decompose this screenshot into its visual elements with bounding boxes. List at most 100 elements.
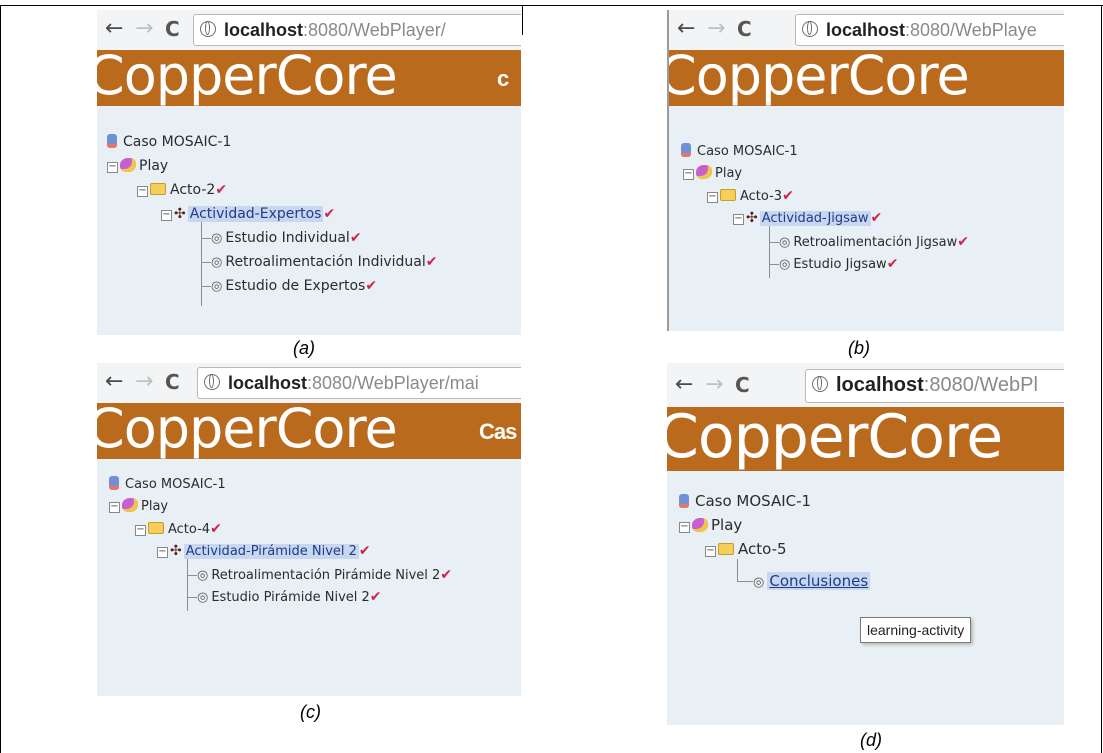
play-label: Play xyxy=(711,516,743,534)
learning-activity-icon: ◎ xyxy=(779,235,791,250)
forward-arrow-icon[interactable]: → xyxy=(707,17,725,41)
case-label: Caso MOSAIC-1 xyxy=(123,134,232,150)
tree-node-learning-activity[interactable]: ◎ Estudio de Expertos✔ xyxy=(211,276,377,296)
case-icon xyxy=(681,143,691,157)
panel-b: ← → C localhost:8080/WebPlaye CopperCore… xyxy=(667,10,1064,331)
url-host: localhost xyxy=(228,373,308,393)
address-bar[interactable]: localhost:8080/WebPl xyxy=(805,369,1064,403)
collapse-toggle-icon[interactable]: − xyxy=(707,192,718,203)
browser-toolbar: ← → C localhost:8080/WebPl xyxy=(667,363,1064,407)
tree-node-play[interactable]: − Play xyxy=(683,164,742,184)
folder-icon xyxy=(148,522,164,534)
back-arrow-icon[interactable]: ← xyxy=(105,17,123,41)
tree-node-play[interactable]: − Play xyxy=(107,156,168,176)
collapse-toggle-icon[interactable]: − xyxy=(107,162,118,173)
browser-toolbar: ← → C localhost:8080/WebPlayer/mai xyxy=(97,363,521,403)
play-label: Play xyxy=(141,499,169,514)
url-host: localhost xyxy=(826,20,906,40)
tree-node-act[interactable]: − Acto-3✔ xyxy=(707,186,794,206)
brand-logo-text: CopperCore xyxy=(667,407,1003,471)
completed-check-icon: ✔ xyxy=(886,256,899,272)
tree-node-learning-activity[interactable]: ◎ Retroalimentación Jigsaw✔ xyxy=(779,232,969,252)
brand-logo-text: CopperCore xyxy=(97,403,398,459)
back-arrow-icon[interactable]: ← xyxy=(105,370,123,394)
tree-node-act[interactable]: − Acto-2✔ xyxy=(137,180,227,200)
learning-activity-icon: ◎ xyxy=(211,255,223,270)
back-arrow-icon[interactable]: ← xyxy=(675,373,693,397)
tree-node-learning-activity[interactable]: ◎ Estudio Pirámide Nivel 2✔ xyxy=(197,587,382,607)
tree-node-play[interactable]: − Play xyxy=(109,497,168,517)
play-label: Play xyxy=(715,166,743,181)
forward-arrow-icon[interactable]: → xyxy=(705,373,723,397)
activity-structure-icon: ✣ xyxy=(170,543,182,559)
coppercore-banner: CopperCore c xyxy=(97,50,521,106)
completed-check-icon: ✔ xyxy=(358,543,371,559)
learning-activity-icon: ◎ xyxy=(197,590,209,605)
learning-activity-label: Retroalimentación Jigsaw xyxy=(793,235,958,250)
learning-activity-label: Estudio de Expertos xyxy=(225,278,366,294)
address-bar[interactable]: localhost:8080/WebPlaye xyxy=(795,14,1064,46)
reload-icon[interactable]: C xyxy=(165,17,180,41)
activity-label: Actividad-Pirámide Nivel 2 xyxy=(183,544,359,559)
collapse-toggle-icon[interactable]: − xyxy=(683,169,694,180)
tree-connector xyxy=(187,597,197,598)
tree-node-case[interactable]: Caso MOSAIC-1 xyxy=(681,142,798,162)
brand-extra-text: c xyxy=(497,66,509,91)
learning-activity-icon: ◎ xyxy=(211,231,223,246)
caption-a: (a) xyxy=(293,338,315,358)
forward-arrow-icon[interactable]: → xyxy=(135,370,153,394)
case-label: Caso MOSAIC-1 xyxy=(695,492,812,510)
panel-a: ← → C localhost:8080/WebPlayer/ CopperCo… xyxy=(97,10,521,335)
conclusiones-link[interactable]: Conclusiones xyxy=(767,572,871,590)
figure-frame-top xyxy=(0,5,1103,6)
play-icon xyxy=(696,165,712,179)
case-icon xyxy=(109,476,119,490)
collapse-toggle-icon[interactable]: − xyxy=(135,525,146,536)
tree-node-activity[interactable]: − ✣ Actividad-Expertos ✔ xyxy=(161,204,335,224)
tree-node-learning-activity[interactable]: ◎ Conclusiones xyxy=(753,571,871,591)
coppercore-banner: CopperCore xyxy=(669,50,1064,106)
tree-node-play[interactable]: − Play xyxy=(679,515,742,535)
learning-activity-label: Estudio Individual xyxy=(225,230,350,246)
panel-d: ← → C localhost:8080/WebPl CopperCore Ca… xyxy=(667,363,1064,725)
tree-node-learning-activity[interactable]: ◎ Estudio Jigsaw✔ xyxy=(779,254,898,274)
reload-icon[interactable]: C xyxy=(735,373,750,397)
learning-activity-label: Retroalimentación Individual xyxy=(225,254,426,270)
reload-icon[interactable]: C xyxy=(737,17,752,41)
reload-icon[interactable]: C xyxy=(165,370,180,394)
tree-connector xyxy=(201,262,211,263)
collapse-toggle-icon[interactable]: − xyxy=(137,186,148,197)
tree-node-learning-activity[interactable]: ◎ Retroalimentación Pirámide Nivel 2✔ xyxy=(197,565,452,585)
coppercore-banner: CopperCore xyxy=(667,407,1064,471)
collapse-toggle-icon[interactable]: − xyxy=(733,214,744,225)
learning-activity-label: Retroalimentación Pirámide Nivel 2 xyxy=(211,568,441,583)
collapse-toggle-icon[interactable]: − xyxy=(109,502,120,513)
address-bar[interactable]: localhost:8080/WebPlayer/ xyxy=(193,14,521,46)
forward-arrow-icon[interactable]: → xyxy=(135,17,153,41)
browser-toolbar: ← → C localhost:8080/WebPlayer/ xyxy=(97,10,521,50)
tree-connector xyxy=(201,238,211,239)
tree-node-learning-activity[interactable]: ◎ Retroalimentación Individual✔ xyxy=(211,252,438,272)
url-host: localhost xyxy=(836,374,924,396)
tree-node-case[interactable]: Caso MOSAIC-1 xyxy=(679,491,811,511)
tree-node-case[interactable]: Caso MOSAIC-1 xyxy=(109,475,226,495)
tree-node-act[interactable]: − Acto-5 xyxy=(705,539,787,559)
act-label: Acto-4 xyxy=(168,522,211,537)
tree-connector xyxy=(187,575,197,576)
collapse-toggle-icon[interactable]: − xyxy=(679,522,690,533)
tree-node-act[interactable]: − Acto-4✔ xyxy=(135,519,222,539)
address-bar[interactable]: localhost:8080/WebPlayer/mai xyxy=(197,367,521,399)
collapse-toggle-icon[interactable]: − xyxy=(161,210,172,221)
tree-connector xyxy=(737,559,738,581)
tree-node-learning-activity[interactable]: ◎ Estudio Individual✔ xyxy=(211,228,362,248)
activity-tree: Caso MOSAIC-1 − Play − Acto-5 ◎ Conclusione… xyxy=(667,471,1064,725)
tree-node-activity[interactable]: − ✣ Actividad-Pirámide Nivel 2 ✔ xyxy=(157,541,371,561)
url-path: :8080/WebPlaye xyxy=(905,20,1037,40)
tree-node-case[interactable]: Caso MOSAIC-1 xyxy=(107,132,231,152)
back-arrow-icon[interactable]: ← xyxy=(677,17,695,41)
figure-frame-divider xyxy=(522,5,523,35)
collapse-toggle-icon[interactable]: − xyxy=(157,547,168,558)
tree-node-activity[interactable]: − ✣ Actividad-Jigsaw ✔ xyxy=(733,208,882,228)
completed-check-icon: ✔ xyxy=(782,188,794,204)
collapse-toggle-icon[interactable]: − xyxy=(705,546,716,557)
